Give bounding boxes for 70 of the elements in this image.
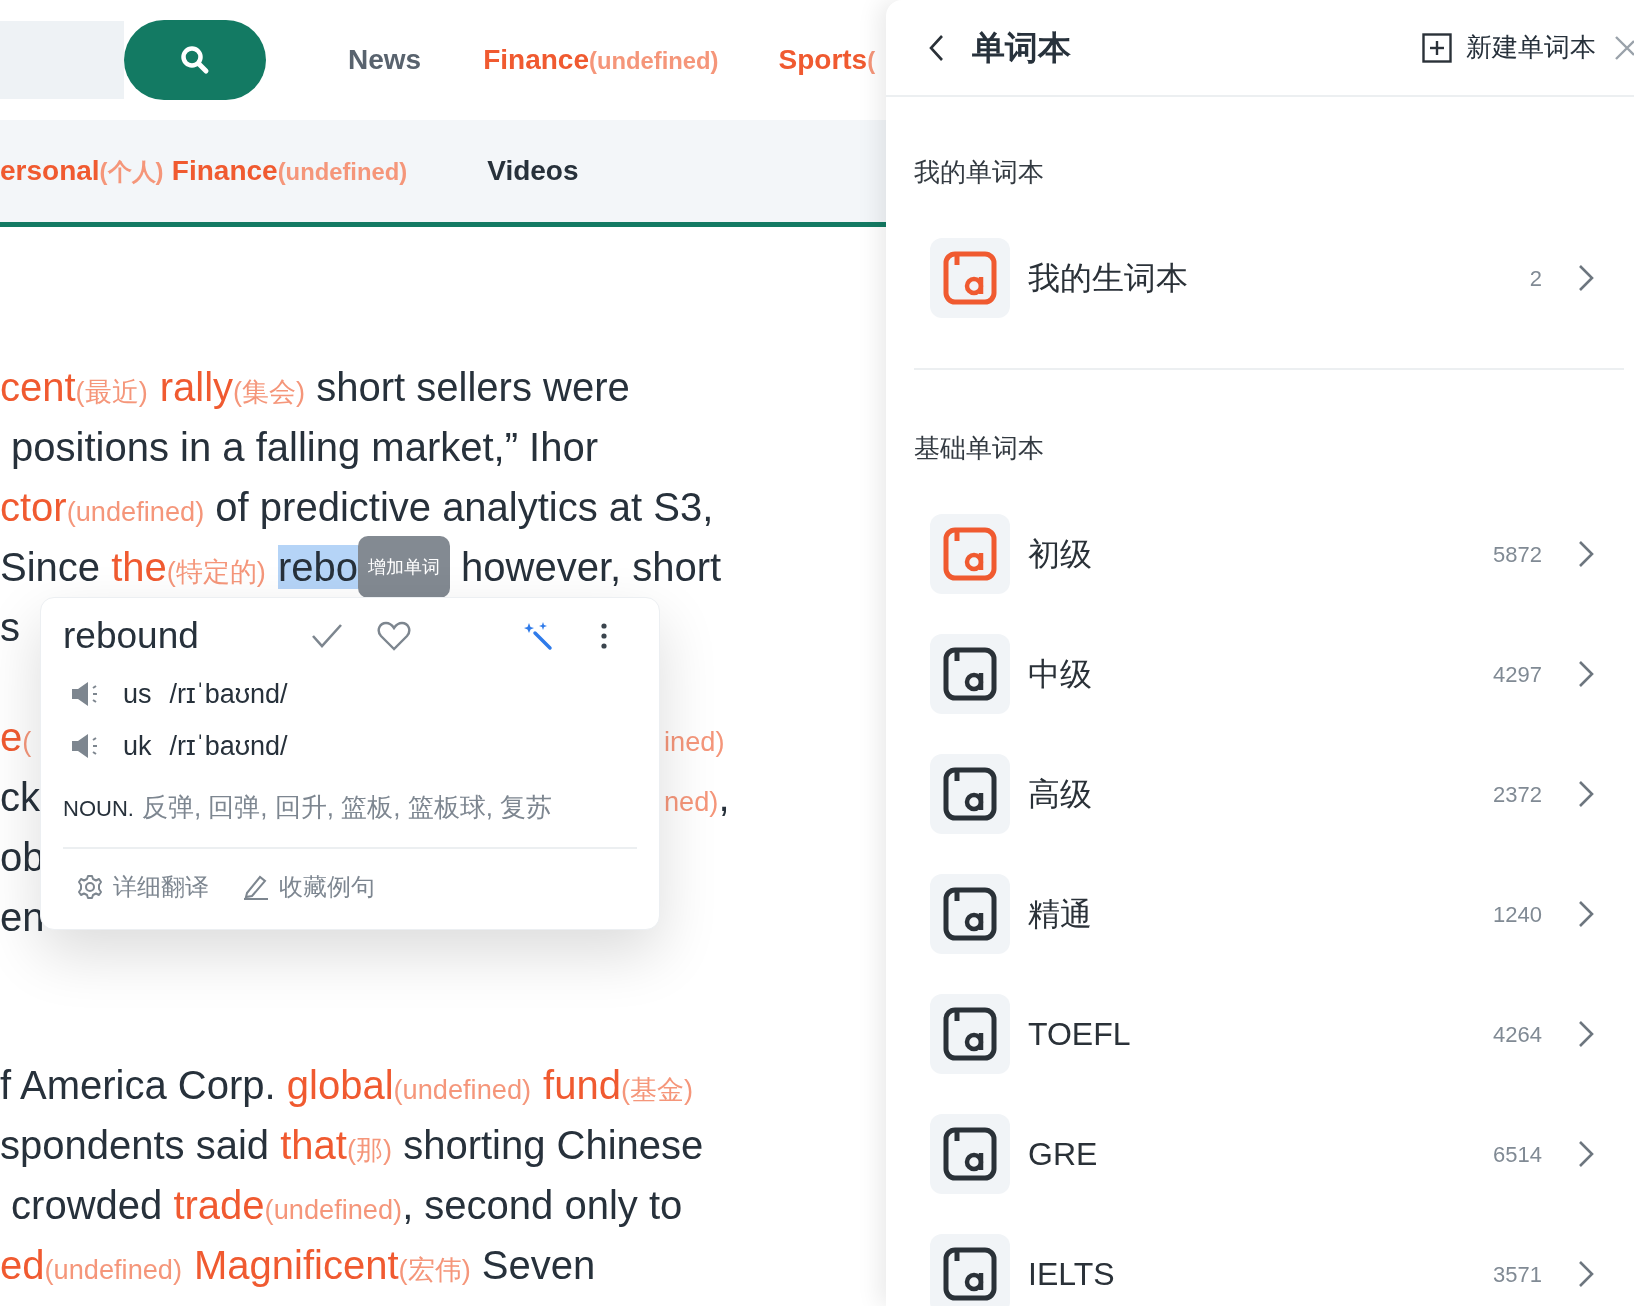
definition-text: 反弹, 回弹, 回升, 篮板, 篮板球, 复苏 (141, 791, 553, 824)
word-count: 2372 (1493, 780, 1542, 809)
pencil-icon (243, 874, 269, 900)
word-count: 4297 (1493, 660, 1542, 689)
back-icon[interactable] (928, 33, 944, 62)
word-count: 2 (1529, 264, 1542, 293)
nav-link[interactable]: News (348, 39, 422, 81)
wordbook-name: 中级 (1028, 655, 1092, 694)
section-title: 我的单词本 (913, 156, 1045, 189)
article-text: e( (0, 714, 32, 761)
chevron-right-icon[interactable] (1578, 1140, 1594, 1168)
panel-title: 单词本 (972, 27, 1071, 68)
article-text: en (0, 894, 45, 941)
wordbook-name: GRE (1028, 1135, 1098, 1174)
word-count: 4264 (1493, 1020, 1542, 1049)
check-icon[interactable] (310, 622, 343, 650)
word-count: 5872 (1493, 540, 1542, 569)
chevron-right-icon[interactable] (1578, 900, 1594, 928)
word-count: 6514 (1493, 1140, 1542, 1169)
phonetic-text: /rɪˈbaʊnd/ (169, 729, 288, 763)
accent-label: us (123, 677, 152, 711)
word-count: 1240 (1493, 900, 1542, 929)
tooltip: 增加单词 (357, 536, 450, 598)
chevron-right-icon[interactable] (1578, 264, 1594, 292)
search-button[interactable] (124, 20, 266, 100)
close-icon[interactable] (1614, 34, 1634, 61)
headword: rebound (63, 614, 199, 659)
new-wordbook-button[interactable]: 新建单词本 (1422, 28, 1596, 67)
action-link[interactable]: 详细翻译 (77, 869, 209, 905)
wordbook-name: IELTS (1028, 1255, 1115, 1294)
article-text: ed(undefined) Magnificent(宏伟) Seven (0, 1242, 596, 1289)
action-link[interactable]: 收藏例句 (243, 869, 375, 905)
article-text: crowded trade(undefined), second only to (10, 1182, 683, 1229)
article-text: f America Corp. global(undefined) fund(基金) (0, 1062, 694, 1109)
article-text: s (0, 604, 20, 651)
wordbook-name: 初级 (1028, 535, 1092, 574)
wordbook-name: TOEFL (1028, 1015, 1131, 1054)
article-text: cent(最近) rally(集会) short sellers were (0, 364, 630, 411)
phonetic-text: /rɪˈbaʊnd/ (169, 677, 288, 711)
chevron-right-icon[interactable] (1578, 660, 1594, 688)
plus-square-icon (1422, 32, 1452, 63)
article-text: positions in a falling market,” Ihor (10, 424, 599, 471)
chevron-right-icon[interactable] (1578, 540, 1594, 568)
article-text: ned), (664, 774, 730, 821)
article-text: however, short (460, 544, 722, 591)
chevron-right-icon[interactable] (1578, 1260, 1594, 1288)
search-icon (179, 44, 211, 76)
accent-label: uk (123, 729, 152, 763)
search-field[interactable] (0, 21, 124, 99)
article-text: ck (0, 774, 40, 821)
chevron-right-icon[interactable] (1578, 780, 1594, 808)
heart-icon[interactable] (376, 621, 411, 651)
article-text: Since the(特定的) rebo (0, 544, 358, 591)
wordbook-name: 精通 (1028, 895, 1092, 934)
nav-link[interactable]: Sports( (778, 39, 876, 81)
wordbook-name: 高级 (1028, 775, 1092, 814)
gear-icon (77, 874, 103, 900)
nav-link[interactable]: ersonal(个人) Finance(undefined) (0, 150, 408, 192)
wordbook-name: 我的生词本 (1028, 259, 1188, 298)
article-text: ined) (664, 725, 725, 759)
part-of-speech: NOUN. (63, 795, 134, 823)
article-text: spondents said that(那) shorting Chinese (0, 1122, 704, 1169)
nav-link[interactable]: Videos (487, 150, 579, 192)
more-icon[interactable] (600, 623, 607, 649)
word-count: 3571 (1493, 1260, 1542, 1289)
nav-link[interactable]: Finance(undefined) (483, 39, 719, 81)
magic-wand-icon[interactable] (522, 621, 553, 651)
article-text: ctor(undefined) of predictive analytics at S3, (0, 484, 714, 531)
section-title: 基础单词本 (913, 432, 1045, 465)
chevron-right-icon[interactable] (1578, 1020, 1594, 1048)
